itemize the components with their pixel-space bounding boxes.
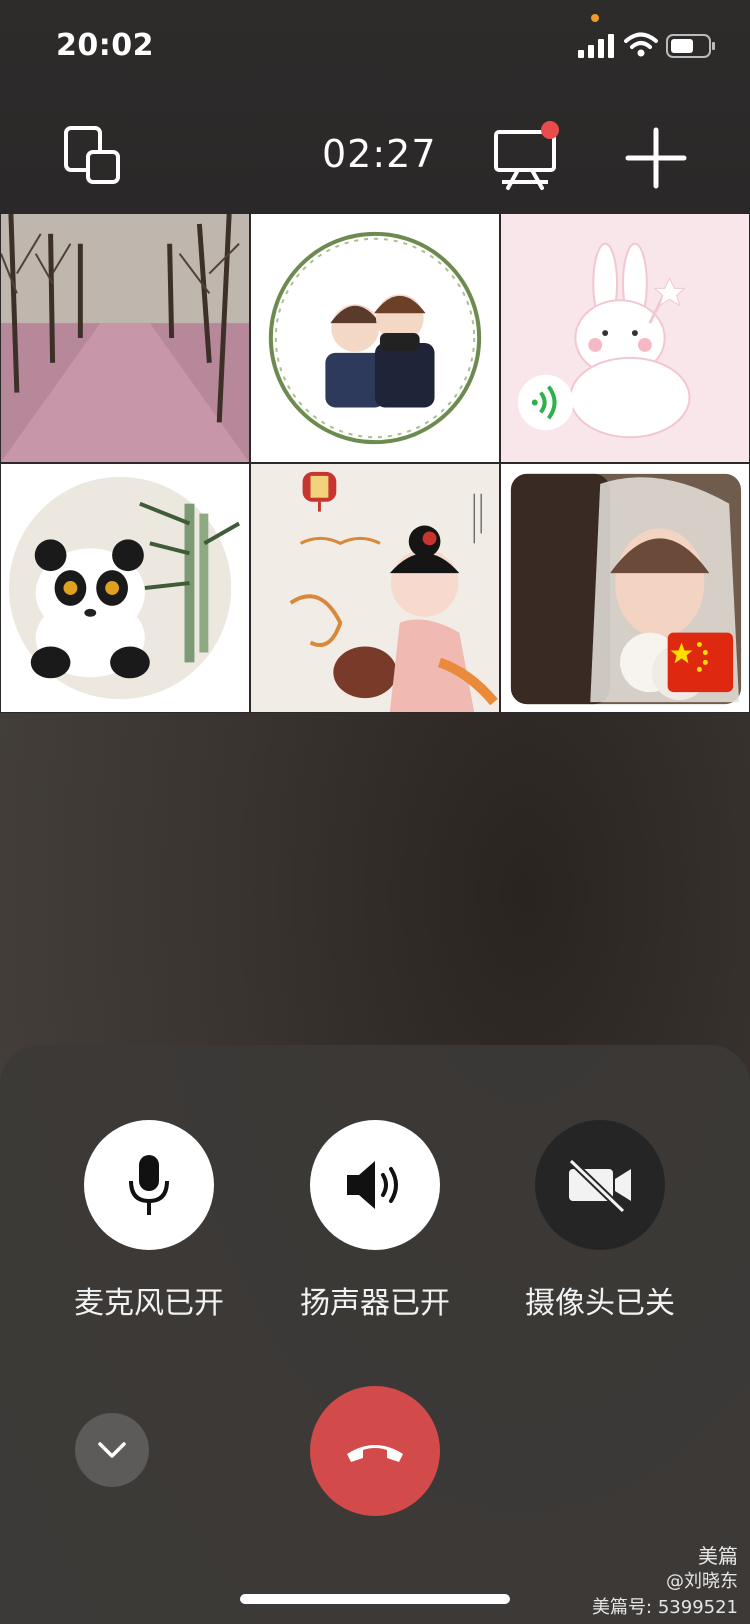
participant-tile-3[interactable] — [500, 213, 750, 463]
participant-tile-4[interactable] — [0, 463, 250, 713]
hang-up-button[interactable] — [310, 1386, 440, 1516]
participant-grid — [0, 213, 750, 713]
privacy-indicator — [591, 14, 599, 22]
switch-view-icon[interactable] — [62, 124, 128, 190]
avatar-bride-flag — [501, 464, 749, 712]
call-timer: 02:27 — [322, 132, 437, 176]
avatar-bunny — [501, 214, 749, 462]
watermark: 美篇 @刘晓东 美篇号: 5399521 — [592, 1543, 738, 1621]
camera-label: 摄像头已关 — [525, 1286, 675, 1321]
microphone-control[interactable]: 麦克风已开 — [74, 1120, 224, 1321]
camera-button[interactable] — [535, 1120, 665, 1250]
avatar-panda-bamboo — [1, 464, 249, 712]
speaker-control[interactable]: 扬声器已开 — [300, 1120, 450, 1321]
participant-tile-1[interactable] — [0, 213, 250, 463]
camera-off-icon — [568, 1158, 631, 1213]
chevron-down-icon — [98, 1442, 126, 1458]
speaker-label: 扬声器已开 — [300, 1286, 450, 1321]
battery-icon — [666, 34, 715, 58]
notification-dot — [541, 121, 559, 139]
hang-up-icon — [347, 1445, 403, 1462]
screen-share-icon[interactable] — [492, 120, 562, 192]
participant-tile-5[interactable] — [250, 463, 500, 713]
watermark-brand: 美篇 — [698, 1544, 738, 1568]
participant-tile-6[interactable] — [500, 463, 750, 713]
watermark-id: 美篇号: 5399521 — [592, 1597, 738, 1618]
microphone-label: 麦克风已开 — [74, 1286, 224, 1321]
status-time: 20:02 — [56, 28, 154, 63]
camera-control[interactable]: 摄像头已关 — [525, 1120, 675, 1321]
home-indicator[interactable] — [240, 1594, 510, 1604]
add-participant-icon[interactable] — [624, 126, 688, 190]
participant-tile-2[interactable] — [250, 213, 500, 463]
avatar-chinese-girl — [251, 464, 499, 712]
wifi-icon — [624, 32, 658, 57]
signal-icon — [578, 34, 614, 58]
collapse-button[interactable] — [75, 1413, 149, 1487]
watermark-author: @刘晓东 — [666, 1571, 738, 1592]
speaker-button[interactable] — [310, 1120, 440, 1250]
avatar-couple-wreath — [251, 214, 499, 462]
microphone-icon — [129, 1155, 169, 1215]
avatar-tree-grove — [1, 214, 249, 462]
speaker-icon — [347, 1161, 398, 1209]
microphone-button[interactable] — [84, 1120, 214, 1250]
